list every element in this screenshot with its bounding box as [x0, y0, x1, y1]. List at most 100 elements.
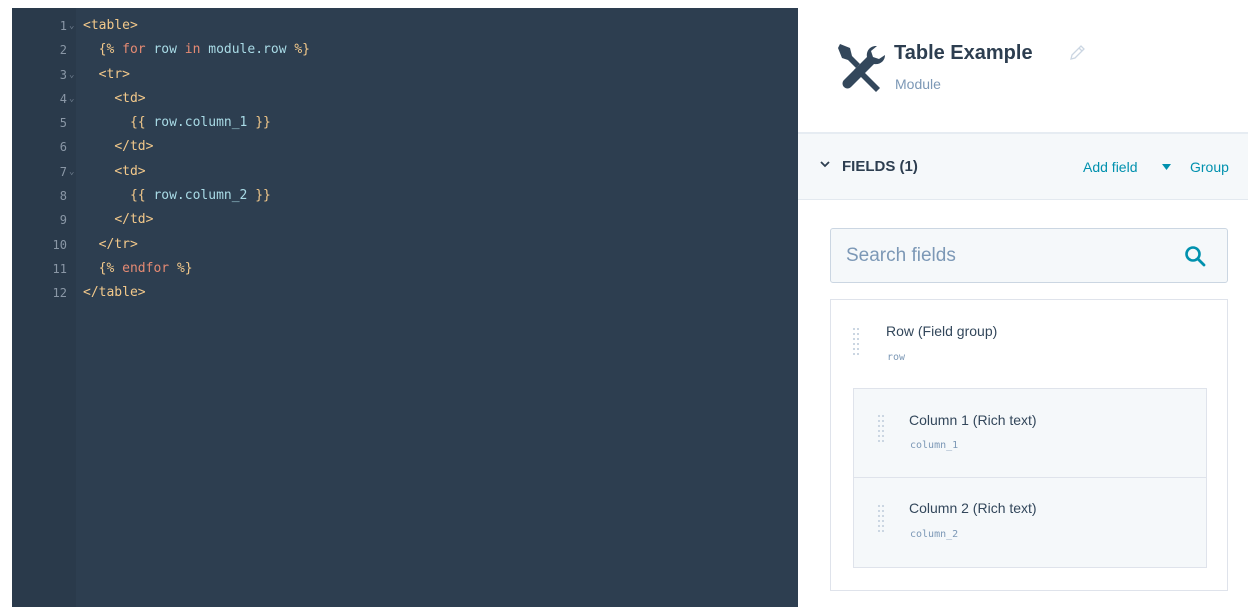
group-button[interactable]: Group — [1190, 159, 1229, 175]
line-number: 12 — [52, 286, 67, 301]
code-token: %} — [176, 260, 193, 276]
field-name: Column 1 (Rich text) — [909, 412, 1037, 428]
fields-section-header: FIELDS (1) Add field Group — [798, 132, 1248, 200]
fold-toggle-icon[interactable]: ⌄ — [69, 87, 74, 111]
code-token: in — [184, 42, 201, 58]
code-token: for — [122, 42, 146, 58]
code-token: </td> — [114, 212, 154, 228]
search-input[interactable] — [831, 229, 1171, 282]
field-row-column-2[interactable]: Column 2 (Rich text) column_2 — [854, 479, 1206, 568]
line-number: 9 — [59, 213, 67, 228]
drag-handle-icon[interactable] — [853, 328, 861, 358]
pencil-edit-icon[interactable] — [1068, 44, 1086, 62]
code-line[interactable]: 8 {{ row.column_2 }} — [12, 184, 798, 208]
code-text: </tr> — [83, 233, 138, 257]
line-number: 11 — [52, 261, 67, 276]
code-text: <table> — [83, 14, 138, 38]
code-line[interactable]: 6 </td> — [12, 135, 798, 159]
field-group-row[interactable]: Row (Field group) row — [831, 300, 1227, 386]
code-token: <td> — [114, 90, 146, 106]
code-line[interactable]: 5 {{ row.column_1 }} — [12, 111, 798, 135]
line-number: 3 — [59, 67, 67, 82]
code-text: {{ row.column_2 }} — [83, 184, 271, 208]
code-token: <table> — [83, 18, 138, 33]
code-text: </td> — [83, 208, 153, 232]
code-token: module.row — [208, 42, 287, 58]
code-line[interactable]: 1 ⌄ <table> — [12, 14, 798, 38]
code-text: <td> — [83, 160, 146, 184]
search-box[interactable] — [830, 228, 1228, 283]
line-number: 1 — [59, 19, 67, 33]
code-text: {% endfor %} — [83, 257, 193, 281]
module-subtitle: Module — [895, 76, 941, 92]
add-field-button[interactable]: Add field — [1083, 159, 1137, 175]
fold-toggle-icon[interactable]: ⌄ — [69, 63, 74, 87]
module-title: Table Example — [894, 42, 1033, 64]
code-line[interactable]: 12 </table> — [12, 281, 798, 305]
code-text: <td> — [83, 87, 146, 111]
code-editor[interactable]: 1 ⌄ <table> 2 {% for row in module.row %} 3 ⌄… — [12, 8, 798, 607]
code-line[interactable]: 3 ⌄ <tr> — [12, 63, 798, 87]
code-token: %} — [294, 42, 311, 58]
code-token: {% — [98, 260, 115, 276]
fields-title[interactable]: FIELDS (1) — [842, 158, 918, 175]
field-group-name: Row (Field group) — [886, 323, 998, 339]
code-token: </table> — [83, 285, 146, 301]
line-number: 8 — [59, 189, 67, 204]
code-text: <tr> — [83, 63, 130, 87]
code-token: }} — [255, 188, 271, 204]
code-token: endfor — [122, 260, 170, 276]
fold-toggle-icon[interactable]: ⌄ — [69, 160, 74, 184]
code-token: {{ — [129, 115, 146, 131]
code-token: <tr> — [98, 66, 130, 82]
field-group-children: Column 1 (Rich text) column_1 Column 2 (… — [853, 388, 1207, 568]
code-text: {{ row.column_1 }} — [83, 111, 271, 135]
code-token: row.column_1 — [153, 115, 248, 131]
code-token: }} — [255, 115, 271, 131]
field-key: column_2 — [910, 529, 959, 540]
code-token: </td> — [114, 139, 154, 155]
drag-handle-icon[interactable] — [878, 505, 886, 535]
wrench-screwdriver-icon — [838, 44, 885, 92]
field-list: Row (Field group) row Column 1 (Rich tex… — [830, 299, 1228, 591]
line-number: 5 — [59, 116, 67, 131]
chevron-down-icon[interactable] — [818, 157, 832, 171]
caret-down-icon[interactable] — [1162, 164, 1171, 170]
code-text: </table> — [83, 281, 146, 305]
code-line[interactable]: 9 </td> — [12, 208, 798, 232]
code-text: {% for row in module.row %} — [83, 38, 310, 62]
fold-toggle-icon[interactable]: ⌄ — [69, 14, 74, 38]
line-number: 4 — [59, 91, 67, 106]
code-line[interactable]: 11 {% endfor %} — [12, 257, 798, 281]
search-icon[interactable] — [1184, 245, 1206, 267]
code-lines[interactable]: 1 ⌄ <table> 2 {% for row in module.row %} 3 ⌄… — [12, 14, 798, 306]
code-line[interactable]: 2 {% for row in module.row %} — [12, 38, 798, 62]
line-number: 10 — [52, 237, 67, 252]
code-token: {% — [98, 42, 115, 58]
code-line[interactable]: 10 </tr> — [12, 233, 798, 257]
drag-handle-icon[interactable] — [878, 415, 886, 445]
code-line[interactable]: 4 ⌄ <td> — [12, 87, 798, 111]
code-line[interactable]: 7 ⌄ <td> — [12, 160, 798, 184]
code-token: {{ — [129, 188, 146, 204]
field-name: Column 2 (Rich text) — [909, 500, 1037, 516]
code-token: </tr> — [98, 236, 138, 252]
field-key: column_1 — [910, 440, 959, 451]
module-header: Table Example Module — [798, 0, 1248, 132]
field-row-column-1[interactable]: Column 1 (Rich text) column_1 — [854, 389, 1206, 478]
code-token: <td> — [114, 163, 146, 179]
module-panel: Table Example Module FIELDS (1) Add fiel… — [798, 0, 1248, 607]
code-token: row.column_2 — [153, 188, 248, 204]
